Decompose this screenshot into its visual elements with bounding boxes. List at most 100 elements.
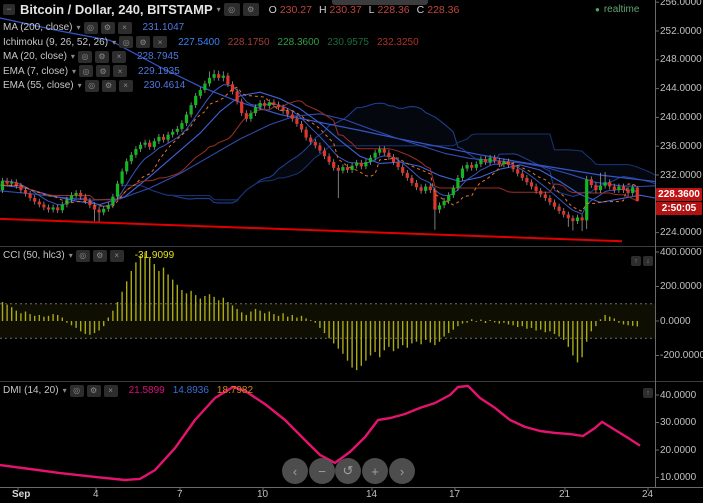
indicator-value: 18.7982	[216, 385, 254, 396]
zoom-out-button[interactable]: −	[309, 458, 335, 484]
chevron-down-icon[interactable]: ▾	[217, 5, 221, 14]
indicator-row: MA (20, close) ▾ ◎ ⚙ × 228.7945	[3, 50, 419, 63]
trading-chart-window: − Bitcoin / Dollar, 240, BITSTAMP ▾ ◎ ⚙ …	[0, 0, 703, 503]
close-icon[interactable]: ×	[118, 79, 133, 92]
visibility-icon[interactable]: ◎	[223, 3, 240, 16]
bar-countdown-badge: 2:50:05	[656, 202, 702, 215]
settings-icon[interactable]: ⚙	[242, 3, 259, 16]
indicator-row: DMI (14, 20) ▾ ◎ ⚙ × 21.5899 14.8936 18.7982	[3, 384, 253, 397]
chevron-down-icon[interactable]: ▾	[78, 81, 82, 90]
visibility-icon[interactable]: ◎	[69, 384, 84, 397]
move-pane-up-button[interactable]: ↑	[631, 256, 641, 266]
indicator-value: 230.9575	[327, 36, 369, 48]
time-label: 21	[559, 489, 571, 500]
open-label: O	[268, 3, 277, 16]
cci-scale-label: 200.0000	[660, 281, 702, 292]
time-label: 10	[257, 489, 269, 500]
settings-icon[interactable]: ⚙	[101, 79, 116, 92]
open-value: 230.27	[279, 3, 312, 16]
price-label: 248.0000	[660, 54, 702, 66]
indicator-value: 228.1750	[227, 36, 270, 48]
collapse-header-icon[interactable]: −	[3, 4, 15, 15]
cci-pane-header: CCI (50, hlc3) ▾ ◎ ⚙ × -31.9099	[3, 249, 174, 264]
realtime-label: realtime	[603, 4, 640, 15]
price-label: 236.0000	[660, 140, 702, 152]
close-icon[interactable]: ×	[109, 249, 124, 262]
cci-scale-label: 400.0000	[660, 246, 702, 258]
indicator-label[interactable]: EMA (7, close)	[3, 66, 68, 77]
price-label: 232.0000	[660, 169, 702, 181]
indicator-row: MA (200, close) ▾ ◎ ⚙ × 231.1047	[3, 21, 419, 34]
reset-view-button[interactable]: ↺	[335, 458, 361, 484]
main-pane-indicator-list: MA (200, close) ▾ ◎ ⚙ × 231.1047 Ichimoku (9, …	[3, 21, 419, 94]
chevron-down-icon[interactable]: ▾	[71, 52, 75, 61]
dmi-pane-header: DMI (14, 20) ▾ ◎ ⚙ × 21.5899 14.8936 18.7982	[3, 384, 253, 399]
realtime-dot-icon: ●	[595, 5, 600, 14]
low-value: 228.36	[377, 3, 410, 16]
close-value: 228.36	[427, 3, 460, 16]
symbol-header: − Bitcoin / Dollar, 240, BITSTAMP ▾ ◎ ⚙ …	[3, 2, 459, 17]
settings-icon[interactable]: ⚙	[96, 65, 111, 77]
close-icon[interactable]: ×	[117, 21, 132, 34]
dmi-scale-label: 20.0000	[660, 444, 697, 456]
dmi-scale-label: 30.0000	[660, 417, 697, 428]
price-label: 252.0000	[660, 25, 702, 37]
indicator-value: 229.1935	[138, 65, 180, 77]
dmi-scale-label: 40.0000	[660, 389, 697, 401]
move-pane-up-button[interactable]: ↑	[643, 388, 653, 398]
chevron-down-icon[interactable]: ▾	[69, 251, 73, 260]
settings-icon[interactable]: ⚙	[92, 249, 107, 262]
indicator-row: EMA (7, close) ▾ ◎ ⚙ × 229.1935	[3, 65, 419, 78]
last-price-badge: 228.3600	[656, 188, 702, 201]
visibility-icon[interactable]: ◎	[75, 249, 90, 262]
close-icon[interactable]: ×	[113, 65, 128, 77]
realtime-status: ● realtime	[595, 4, 639, 15]
chevron-down-icon[interactable]: ▾	[63, 386, 67, 395]
settings-icon[interactable]: ⚙	[94, 50, 109, 63]
cci-scale-label: 0.0000	[660, 315, 691, 327]
cci-scale-label: -200.0000	[660, 350, 703, 361]
indicator-value: 230.4614	[143, 80, 186, 91]
price-label: 224.0000	[660, 227, 702, 239]
indicator-row: EMA (55, close) ▾ ◎ ⚙ × 230.4614	[3, 79, 419, 92]
indicator-label[interactable]: Ichimoku (9, 26, 52, 26)	[3, 37, 108, 48]
move-pane-down-button[interactable]: ↓	[643, 256, 653, 266]
close-icon[interactable]: ×	[103, 384, 118, 397]
close-label: C	[416, 3, 425, 16]
chevron-down-icon[interactable]: ▾	[112, 38, 116, 47]
scroll-right-button[interactable]: ›	[389, 458, 415, 484]
visibility-icon[interactable]: ◎	[79, 65, 94, 77]
indicator-label[interactable]: MA (20, close)	[3, 51, 67, 62]
price-label: 256.0000	[660, 0, 702, 8]
dmi-scale-label: 10.0000	[660, 472, 697, 483]
time-label: 7	[177, 489, 183, 500]
settings-icon[interactable]: ⚙	[86, 384, 101, 397]
chevron-down-icon[interactable]: ▾	[72, 67, 76, 76]
scroll-left-button[interactable]: ‹	[282, 458, 308, 484]
time-label: 24	[642, 489, 654, 500]
low-label: L	[368, 3, 375, 16]
time-label: 14	[366, 489, 378, 500]
visibility-icon[interactable]: ◎	[83, 21, 98, 34]
indicator-value: 228.7945	[136, 51, 179, 62]
visibility-icon[interactable]: ◎	[77, 50, 92, 63]
close-icon[interactable]: ×	[153, 36, 168, 48]
zoom-in-button[interactable]: +	[362, 458, 388, 484]
indicator-row: Ichimoku (9, 26, 52, 26) ▾ ◎ ⚙ × 227.5400 228.…	[3, 36, 419, 49]
indicator-value: -31.9099	[134, 250, 175, 261]
indicator-label[interactable]: EMA (55, close)	[3, 80, 74, 91]
high-label: H	[318, 3, 327, 16]
indicator-label[interactable]: MA (200, close)	[3, 22, 72, 33]
visibility-icon[interactable]: ◎	[119, 36, 134, 48]
indicator-label[interactable]: DMI (14, 20)	[3, 385, 59, 396]
close-icon[interactable]: ×	[111, 50, 126, 63]
settings-icon[interactable]: ⚙	[136, 36, 151, 48]
indicator-label[interactable]: CCI (50, hlc3)	[3, 250, 65, 261]
symbol-title[interactable]: Bitcoin / Dollar, 240, BITSTAMP	[20, 2, 213, 17]
visibility-icon[interactable]: ◎	[84, 79, 99, 92]
indicator-row: CCI (50, hlc3) ▾ ◎ ⚙ × -31.9099	[3, 249, 174, 262]
indicator-value: 14.8936	[172, 385, 209, 396]
settings-icon[interactable]: ⚙	[100, 21, 115, 34]
indicator-value: 232.3250	[376, 36, 419, 48]
chevron-down-icon[interactable]: ▾	[76, 23, 80, 32]
